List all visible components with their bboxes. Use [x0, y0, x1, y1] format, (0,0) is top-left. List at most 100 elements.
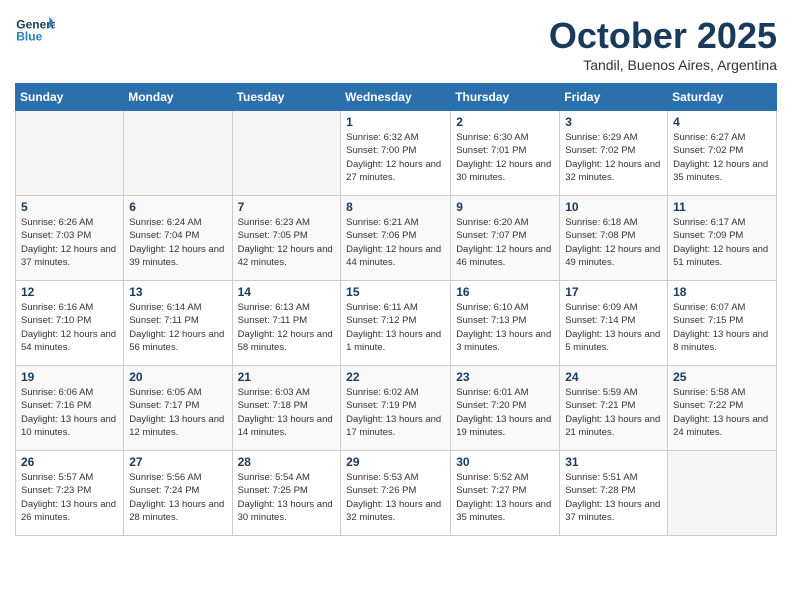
day-number: 19: [21, 370, 118, 384]
calendar-cell: 1 Sunrise: 6:32 AMSunset: 7:00 PMDaylight…: [341, 111, 451, 196]
day-number: 31: [565, 455, 662, 469]
calendar-cell: 16 Sunrise: 6:10 AMSunset: 7:13 PMDayligh…: [451, 281, 560, 366]
day-number: 18: [673, 285, 771, 299]
calendar-cell: 14Sunrise: 6:13 AMSunset: 7:11 PMDayligh…: [232, 281, 341, 366]
logo: General Blue: [15, 15, 55, 45]
calendar-cell: 26 Sunrise: 5:57 AMSunset: 7:23 PMDayligh…: [16, 451, 124, 536]
calendar-header-row: SundayMondayTuesdayWednesdayThursdayFrid…: [16, 84, 777, 111]
day-number: 24: [565, 370, 662, 384]
day-info: Sunrise: 5:57 AMSunset: 7:23 PMDaylight:…: [21, 471, 118, 524]
calendar-week-row: 26 Sunrise: 5:57 AMSunset: 7:23 PMDayligh…: [16, 451, 777, 536]
calendar-cell: 13Sunrise: 6:14 AMSunset: 7:11 PMDayligh…: [124, 281, 232, 366]
calendar-week-row: 12 Sunrise: 6:16 AMSunset: 7:10 PMDayligh…: [16, 281, 777, 366]
day-number: 8: [346, 200, 445, 214]
day-info: Sunrise: 6:16 AMSunset: 7:10 PMDaylight:…: [21, 301, 118, 354]
calendar-cell: 20 Sunrise: 6:05 AMSunset: 7:17 PMDayligh…: [124, 366, 232, 451]
day-number: 25: [673, 370, 771, 384]
calendar-cell: 4 Sunrise: 6:27 AMSunset: 7:02 PMDaylight…: [668, 111, 777, 196]
day-info: Sunrise: 5:51 AMSunset: 7:28 PMDaylight:…: [565, 471, 662, 524]
day-info: Sunrise: 6:02 AMSunset: 7:19 PMDaylight:…: [346, 386, 445, 439]
calendar-header-thursday: Thursday: [451, 84, 560, 111]
calendar-cell: 2Sunrise: 6:30 AMSunset: 7:01 PMDaylight…: [451, 111, 560, 196]
day-number: 27: [129, 455, 226, 469]
calendar-cell: [124, 111, 232, 196]
page-header: General Blue October 2025 Tandil, Buenos…: [15, 15, 777, 73]
day-info: Sunrise: 5:53 AMSunset: 7:26 PMDaylight:…: [346, 471, 445, 524]
day-number: 14: [238, 285, 336, 299]
calendar-header-tuesday: Tuesday: [232, 84, 341, 111]
calendar-cell: [232, 111, 341, 196]
calendar-table: SundayMondayTuesdayWednesdayThursdayFrid…: [15, 83, 777, 536]
calendar-header-sunday: Sunday: [16, 84, 124, 111]
day-info: Sunrise: 6:03 AMSunset: 7:18 PMDaylight:…: [238, 386, 336, 439]
day-number: 11: [673, 200, 771, 214]
day-info: Sunrise: 5:52 AMSunset: 7:27 PMDaylight:…: [456, 471, 554, 524]
day-number: 21: [238, 370, 336, 384]
calendar-cell: 12 Sunrise: 6:16 AMSunset: 7:10 PMDayligh…: [16, 281, 124, 366]
day-info: Sunrise: 6:23 AMSunset: 7:05 PMDaylight:…: [238, 216, 336, 269]
day-number: 6: [129, 200, 226, 214]
calendar-cell: 17 Sunrise: 6:09 AMSunset: 7:14 PMDayligh…: [560, 281, 668, 366]
day-number: 26: [21, 455, 118, 469]
svg-text:Blue: Blue: [16, 30, 42, 44]
calendar-cell: 25 Sunrise: 5:58 AMSunset: 7:22 PMDayligh…: [668, 366, 777, 451]
day-number: 10: [565, 200, 662, 214]
location-title: Tandil, Buenos Aires, Argentina: [549, 57, 777, 73]
day-info: Sunrise: 6:24 AMSunset: 7:04 PMDaylight:…: [129, 216, 226, 269]
logo-icon: General Blue: [15, 15, 55, 45]
calendar-cell: 18 Sunrise: 6:07 AMSunset: 7:15 PMDayligh…: [668, 281, 777, 366]
calendar-cell: [668, 451, 777, 536]
calendar-cell: 24Sunrise: 5:59 AMSunset: 7:21 PMDayligh…: [560, 366, 668, 451]
calendar-cell: 22 Sunrise: 6:02 AMSunset: 7:19 PMDayligh…: [341, 366, 451, 451]
calendar-cell: 31 Sunrise: 5:51 AMSunset: 7:28 PMDayligh…: [560, 451, 668, 536]
day-number: 15: [346, 285, 445, 299]
calendar-cell: 9Sunrise: 6:20 AMSunset: 7:07 PMDaylight…: [451, 196, 560, 281]
calendar-cell: 23Sunrise: 6:01 AMSunset: 7:20 PMDayligh…: [451, 366, 560, 451]
calendar-header-monday: Monday: [124, 84, 232, 111]
day-info: Sunrise: 6:11 AMSunset: 7:12 PMDaylight:…: [346, 301, 445, 354]
day-number: 7: [238, 200, 336, 214]
day-number: 3: [565, 115, 662, 129]
day-info: Sunrise: 6:07 AMSunset: 7:15 PMDaylight:…: [673, 301, 771, 354]
calendar-cell: 7 Sunrise: 6:23 AMSunset: 7:05 PMDaylight…: [232, 196, 341, 281]
day-number: 12: [21, 285, 118, 299]
day-info: Sunrise: 6:17 AMSunset: 7:09 PMDaylight:…: [673, 216, 771, 269]
day-number: 30: [456, 455, 554, 469]
calendar-week-row: 1 Sunrise: 6:32 AMSunset: 7:00 PMDaylight…: [16, 111, 777, 196]
day-info: Sunrise: 5:54 AMSunset: 7:25 PMDaylight:…: [238, 471, 336, 524]
calendar-cell: 28Sunrise: 5:54 AMSunset: 7:25 PMDayligh…: [232, 451, 341, 536]
calendar-cell: 21 Sunrise: 6:03 AMSunset: 7:18 PMDayligh…: [232, 366, 341, 451]
day-number: 20: [129, 370, 226, 384]
calendar-cell: 3 Sunrise: 6:29 AMSunset: 7:02 PMDaylight…: [560, 111, 668, 196]
calendar-cell: 27Sunrise: 5:56 AMSunset: 7:24 PMDayligh…: [124, 451, 232, 536]
calendar-cell: 11 Sunrise: 6:17 AMSunset: 7:09 PMDayligh…: [668, 196, 777, 281]
day-number: 16: [456, 285, 554, 299]
day-info: Sunrise: 6:01 AMSunset: 7:20 PMDaylight:…: [456, 386, 554, 439]
day-number: 22: [346, 370, 445, 384]
calendar-cell: 8 Sunrise: 6:21 AMSunset: 7:06 PMDaylight…: [341, 196, 451, 281]
day-number: 4: [673, 115, 771, 129]
day-info: Sunrise: 6:27 AMSunset: 7:02 PMDaylight:…: [673, 131, 771, 184]
month-title: October 2025: [549, 15, 777, 57]
calendar-cell: 19Sunrise: 6:06 AMSunset: 7:16 PMDayligh…: [16, 366, 124, 451]
calendar-header-friday: Friday: [560, 84, 668, 111]
calendar-header-wednesday: Wednesday: [341, 84, 451, 111]
day-number: 29: [346, 455, 445, 469]
day-info: Sunrise: 6:21 AMSunset: 7:06 PMDaylight:…: [346, 216, 445, 269]
calendar-cell: 30 Sunrise: 5:52 AMSunset: 7:27 PMDayligh…: [451, 451, 560, 536]
day-info: Sunrise: 6:09 AMSunset: 7:14 PMDaylight:…: [565, 301, 662, 354]
calendar-cell: [16, 111, 124, 196]
day-info: Sunrise: 6:20 AMSunset: 7:07 PMDaylight:…: [456, 216, 554, 269]
day-info: Sunrise: 5:58 AMSunset: 7:22 PMDaylight:…: [673, 386, 771, 439]
day-info: Sunrise: 6:29 AMSunset: 7:02 PMDaylight:…: [565, 131, 662, 184]
calendar-cell: 29 Sunrise: 5:53 AMSunset: 7:26 PMDayligh…: [341, 451, 451, 536]
calendar-week-row: 19Sunrise: 6:06 AMSunset: 7:16 PMDayligh…: [16, 366, 777, 451]
day-number: 13: [129, 285, 226, 299]
day-info: Sunrise: 6:32 AMSunset: 7:00 PMDaylight:…: [346, 131, 445, 184]
day-info: Sunrise: 6:26 AMSunset: 7:03 PMDaylight:…: [21, 216, 118, 269]
day-number: 1: [346, 115, 445, 129]
day-info: Sunrise: 6:05 AMSunset: 7:17 PMDaylight:…: [129, 386, 226, 439]
day-number: 17: [565, 285, 662, 299]
calendar-cell: 5Sunrise: 6:26 AMSunset: 7:03 PMDaylight…: [16, 196, 124, 281]
day-info: Sunrise: 6:10 AMSunset: 7:13 PMDaylight:…: [456, 301, 554, 354]
